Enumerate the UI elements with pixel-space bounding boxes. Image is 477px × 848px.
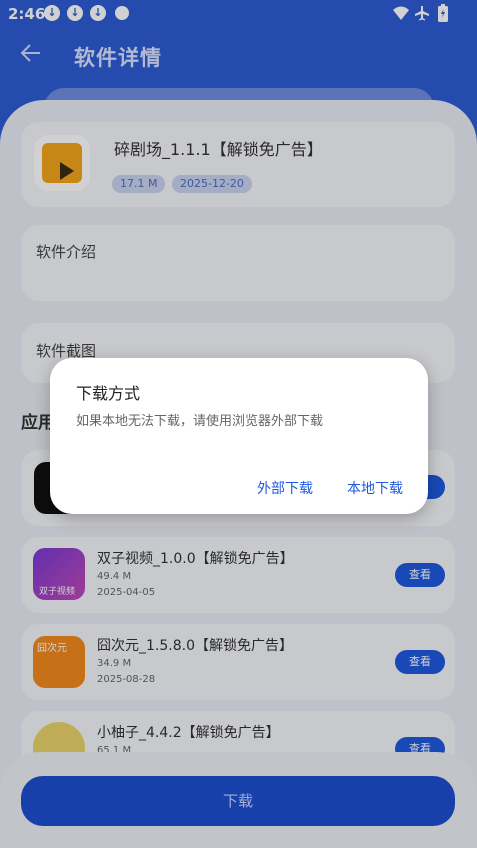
external-download-button[interactable]: 外部下载 [257, 478, 313, 498]
local-download-button[interactable]: 本地下载 [347, 478, 403, 498]
dialog-title: 下载方式 [76, 384, 141, 403]
dialog-message: 如果本地无法下载，请使用浏览器外部下载 [76, 414, 324, 429]
download-method-dialog: 下载方式 如果本地无法下载，请使用浏览器外部下载 外部下载 本地下载 [50, 358, 428, 514]
